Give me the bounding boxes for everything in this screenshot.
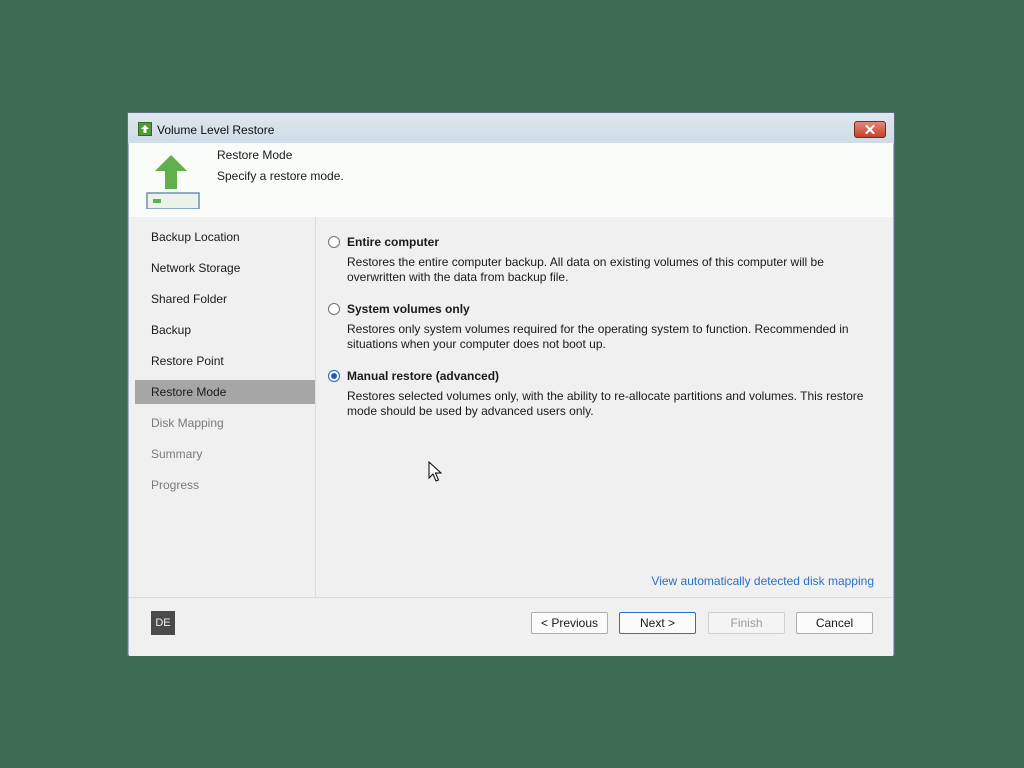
- system-volumes-radio[interactable]: [328, 303, 340, 315]
- option-title[interactable]: Manual restore (advanced): [347, 369, 499, 383]
- restore-mode-panel: Entire computer Restores the entire comp…: [316, 217, 893, 597]
- restore-app-icon: [138, 122, 152, 136]
- option-title[interactable]: Entire computer: [347, 235, 439, 249]
- window-title: Volume Level Restore: [157, 123, 275, 137]
- option-description: Restores selected volumes only, with the…: [347, 389, 864, 418]
- option-description: Restores the entire computer backup. All…: [347, 255, 824, 284]
- sidebar-item-backup-location[interactable]: Backup Location: [135, 225, 315, 249]
- close-icon: [865, 125, 875, 134]
- wizard-header: Restore Mode Specify a restore mode.: [129, 143, 893, 218]
- close-button[interactable]: [854, 121, 886, 138]
- step-subtitle: Specify a restore mode.: [217, 169, 344, 183]
- option-description: Restores only system volumes required fo…: [347, 322, 849, 351]
- manual-restore-radio[interactable]: [328, 370, 340, 382]
- finish-button: Finish: [708, 612, 785, 634]
- sidebar-item-restore-point[interactable]: Restore Point: [135, 349, 315, 373]
- cancel-button[interactable]: Cancel: [796, 612, 873, 634]
- entire-computer-radio[interactable]: [328, 236, 340, 248]
- view-disk-mapping-link[interactable]: View automatically detected disk mapping: [651, 574, 874, 588]
- next-button[interactable]: Next >: [619, 612, 696, 634]
- wizard-footer: DE < Previous Next > Finish Cancel: [129, 597, 893, 656]
- sidebar-item-shared-folder[interactable]: Shared Folder: [135, 287, 315, 311]
- previous-button[interactable]: < Previous: [531, 612, 608, 634]
- wizard-steps-sidebar: Backup Location Network Storage Shared F…: [129, 217, 316, 597]
- sidebar-item-disk-mapping: Disk Mapping: [151, 416, 224, 430]
- mouse-pointer-icon: [428, 460, 443, 486]
- sidebar-item-progress: Progress: [151, 478, 200, 492]
- sidebar-item-backup[interactable]: Backup: [135, 318, 315, 342]
- option-title[interactable]: System volumes only: [347, 302, 470, 316]
- language-indicator[interactable]: DE: [151, 611, 175, 635]
- title-bar[interactable]: Volume Level Restore: [128, 113, 894, 144]
- sidebar-item-restore-mode[interactable]: Restore Mode: [135, 380, 315, 404]
- sidebar-item-network-storage[interactable]: Network Storage: [135, 256, 315, 280]
- sidebar-item-summary: Summary: [151, 447, 203, 461]
- restore-wizard-window: Volume Level Restore Restore Mode Specif…: [127, 112, 895, 656]
- step-title: Restore Mode: [217, 148, 293, 162]
- upload-arrow-icon: [145, 151, 201, 210]
